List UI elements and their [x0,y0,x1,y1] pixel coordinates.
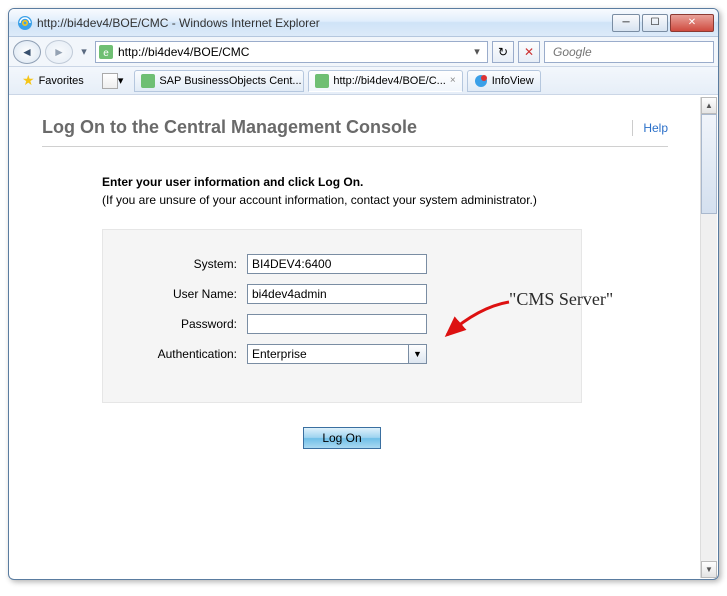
favorites-button[interactable]: ★ Favorites [15,70,91,92]
system-input[interactable] [247,254,427,274]
address-dropdown-icon[interactable]: ▾ [469,45,485,58]
scroll-thumb[interactable] [701,114,717,214]
nav-history-dropdown[interactable]: ▾ [77,40,91,64]
logon-form-panel: System: User Name: Password: Authenticat… [102,229,582,403]
address-bar[interactable]: e ▾ [95,41,488,63]
page-title: Log On to the Central Management Console [42,117,622,138]
page-icon: e [98,44,114,60]
system-label: System: [127,257,247,271]
authentication-label: Authentication: [127,347,247,361]
page-content: Log On to the Central Management Console… [10,97,700,578]
tab-close-icon[interactable]: × [450,75,456,86]
nav-toolbar: ◄ ► ▾ e ▾ ↻ ✕ G [9,37,718,67]
grid-icon [102,73,118,89]
logon-button[interactable]: Log On [303,427,380,449]
stop-button[interactable]: ✕ [518,41,540,63]
intro-bold: Enter your user information and click Lo… [102,175,363,189]
username-label: User Name: [127,287,247,301]
svg-text:e: e [103,48,109,59]
intro-rest: (If you are unsure of your account infor… [102,193,537,207]
maximize-button[interactable]: ☐ [642,14,668,32]
tab-icon [141,74,155,88]
titlebar: http://bi4dev4/BOE/CMC - Windows Interne… [9,9,718,37]
chevron-down-icon[interactable]: ▼ [408,345,426,363]
refresh-button[interactable]: ↻ [492,41,514,63]
tab-icon [474,74,488,88]
forward-button[interactable]: ► [45,40,73,64]
address-input[interactable] [118,45,469,59]
tab-icon [315,74,329,88]
search-input[interactable] [553,45,710,59]
favorites-bar: ★ Favorites ▾ SAP BusinessObjects Cent...… [9,67,718,95]
favorites-label: Favorites [39,75,84,87]
tab-sap-businessobjects[interactable]: SAP BusinessObjects Cent... [134,70,304,92]
window-title: http://bi4dev4/BOE/CMC - Windows Interne… [37,16,610,30]
tab-label: SAP BusinessObjects Cent... [159,75,301,87]
back-button[interactable]: ◄ [13,40,41,64]
close-button[interactable]: ✕ [670,14,714,32]
tab-label: InfoView [492,75,534,87]
password-label: Password: [127,317,247,331]
vertical-scrollbar[interactable]: ▲ ▼ [700,97,717,578]
scroll-up-button[interactable]: ▲ [701,97,717,114]
authentication-value: Enterprise [248,347,408,361]
ie-logo-icon [17,15,33,31]
star-icon: ★ [22,72,35,89]
minimize-button[interactable]: ─ [612,14,640,32]
search-box[interactable]: G [544,41,714,63]
username-input[interactable] [247,284,427,304]
tab-label: http://bi4dev4/BOE/C... [333,75,446,87]
tab-cmc-active[interactable]: http://bi4dev4/BOE/C... × [308,70,462,92]
tab-infoview[interactable]: InfoView [467,70,541,92]
authentication-select[interactable]: Enterprise ▼ [247,344,427,364]
divider [632,120,633,136]
intro-text: Enter your user information and click Lo… [102,173,668,209]
scroll-down-button[interactable]: ▼ [701,561,717,578]
password-input[interactable] [247,314,427,334]
help-link[interactable]: Help [643,121,668,135]
annotation-text: "CMS Server" [509,289,613,310]
tab-grid-button[interactable]: ▾ [95,70,131,92]
